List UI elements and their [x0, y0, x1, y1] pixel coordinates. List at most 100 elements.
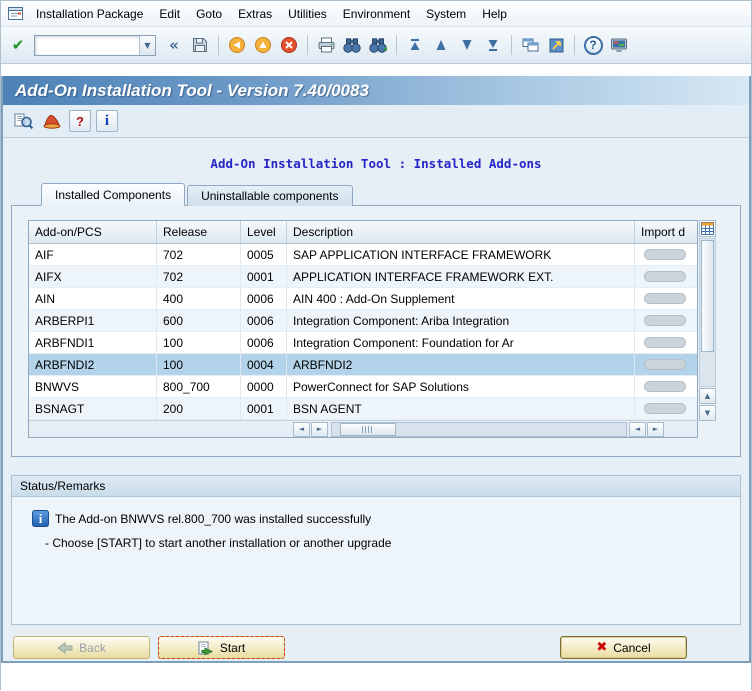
toolbar-separator: [396, 35, 397, 55]
help-f1-button[interactable]: ?: [69, 110, 91, 132]
status-hint: - Choose [START] to start another instal…: [45, 536, 730, 550]
column-header-release[interactable]: Release: [157, 221, 241, 243]
table-row-selected[interactable]: ARBFNDI2 100 0004 ARBFNDI2: [29, 354, 697, 376]
start-button-label: Start: [220, 641, 245, 655]
find-next-button[interactable]: [366, 33, 390, 57]
table-settings-button[interactable]: [699, 220, 716, 237]
back-button[interactable]: [225, 33, 249, 57]
scroll-right-button[interactable]: ►: [647, 422, 664, 437]
cell-level: 0006: [241, 332, 287, 353]
cell-release: 200: [157, 398, 241, 419]
red-x-icon: ✖: [596, 640, 607, 655]
cell-addon: BSNAGT: [29, 398, 157, 419]
create-shortcut-button[interactable]: [544, 33, 568, 57]
scroll-left-button[interactable]: ◄: [629, 422, 646, 437]
horizontal-scroll-thumb[interactable]: [340, 423, 396, 436]
menu-item-system[interactable]: System: [418, 3, 474, 25]
menu-item-environment[interactable]: Environment: [335, 3, 418, 25]
enter-button[interactable]: ✔: [6, 33, 30, 57]
print-button[interactable]: [314, 33, 338, 57]
table-row[interactable]: AIFX 702 0001 APPLICATION INTERFACE FRAM…: [29, 266, 697, 288]
vertical-scroll-thumb[interactable]: [701, 240, 714, 352]
first-page-button[interactable]: [403, 33, 427, 57]
back-footer-button[interactable]: Back: [13, 636, 150, 659]
scroll-up-button[interactable]: ▲: [699, 388, 716, 404]
cancel-transaction-button[interactable]: [277, 33, 301, 57]
column-header-description[interactable]: Description: [287, 221, 635, 243]
previous-page-button[interactable]: [429, 33, 453, 57]
exit-button[interactable]: [251, 33, 275, 57]
table-row[interactable]: ARBERPI1 600 0006 Integration Component:…: [29, 310, 697, 332]
help-button[interactable]: ?: [581, 33, 605, 57]
left-arrow-icon: ◄: [635, 425, 640, 433]
status-groupbox: Status/Remarks i The Add-on BNWVS rel.80…: [11, 475, 741, 625]
command-input[interactable]: [35, 38, 139, 52]
cell-description: Integration Component: Ariba Integration: [287, 310, 635, 331]
tab-uninstallable-components[interactable]: Uninstallable components: [187, 185, 352, 206]
cell-description: Integration Component: Foundation for Ar: [287, 332, 635, 353]
cancel-button[interactable]: ✖ Cancel: [560, 636, 687, 659]
system-menu-button[interactable]: [5, 7, 28, 20]
toolbar-separator: [574, 35, 575, 55]
import-date-placeholder: [644, 337, 686, 348]
vertical-scroll-track[interactable]: [699, 238, 716, 387]
menu-item-extras[interactable]: Extras: [230, 3, 280, 25]
table-row[interactable]: BSNAGT 200 0001 BSN AGENT: [29, 398, 697, 420]
cell-release: 702: [157, 244, 241, 265]
tab-installed-components[interactable]: Installed Components: [41, 183, 185, 206]
status-group-title: Status/Remarks: [12, 476, 740, 497]
menu-item-utilities[interactable]: Utilities: [280, 3, 335, 25]
column-header-level[interactable]: Level: [241, 221, 287, 243]
horizontal-scroll-track[interactable]: [331, 422, 627, 437]
page-up-icon: [434, 38, 448, 52]
cell-import-date: [635, 288, 697, 309]
menu-item-goto[interactable]: Goto: [188, 3, 230, 25]
window-gap: [1, 64, 751, 76]
command-dropdown-button[interactable]: ▼: [139, 36, 155, 55]
table-row[interactable]: AIF 702 0005 SAP APPLICATION INTERFACE F…: [29, 244, 697, 266]
menu-item-installation-package[interactable]: Installation Package: [28, 3, 151, 25]
search-icon: [14, 113, 33, 130]
menu-item-edit[interactable]: Edit: [151, 3, 188, 25]
down-arrow-icon: ▼: [705, 409, 710, 417]
cell-import-date: [635, 398, 697, 419]
column-header-import-date[interactable]: Import d: [635, 221, 697, 243]
command-field[interactable]: ▼: [34, 35, 156, 56]
next-page-button[interactable]: [455, 33, 479, 57]
scroll-right-button[interactable]: ►: [311, 422, 328, 437]
chevron-down-icon: ▼: [144, 41, 150, 50]
last-page-button[interactable]: [481, 33, 505, 57]
new-session-button[interactable]: [518, 33, 542, 57]
scroll-down-button[interactable]: ▼: [699, 405, 716, 421]
scroll-left-button[interactable]: ◄: [293, 422, 310, 437]
column-header-addon[interactable]: Add-on/PCS: [29, 221, 157, 243]
components-table: Add-on/PCS Release Level Description Imp…: [28, 220, 698, 438]
right-arrow-icon: ►: [317, 425, 322, 433]
find-button[interactable]: [340, 33, 364, 57]
import-date-placeholder: [644, 381, 686, 392]
customize-layout-button[interactable]: [607, 33, 631, 57]
collapse-toolbar-button[interactable]: «: [162, 33, 186, 57]
vertical-scrollbar[interactable]: ▲ ▼: [699, 220, 716, 421]
horizontal-scrollbar[interactable]: ◄ ► ◄ ►: [29, 420, 697, 437]
sap-gui-window: Installation Package Edit Goto Extras Ut…: [0, 0, 752, 690]
cell-release: 702: [157, 266, 241, 287]
table-row[interactable]: ARBFNDI1 100 0006 Integration Component:…: [29, 332, 697, 354]
cell-level: 0005: [241, 244, 287, 265]
start-button[interactable]: Start: [158, 636, 285, 659]
table-row[interactable]: BNWVS 800_700 0000 PowerConnect for SAP …: [29, 376, 697, 398]
cell-level: 0001: [241, 266, 287, 287]
standard-toolbar: ✔ ▼ «: [1, 27, 751, 64]
save-button[interactable]: [188, 33, 212, 57]
tab-strip: Installed Components Uninstallable compo…: [41, 183, 749, 206]
binoculars-plus-icon: [369, 38, 387, 53]
first-page-icon: [408, 38, 422, 52]
cell-description: APPLICATION INTERFACE FRAMEWORK EXT.: [287, 266, 635, 287]
table-row[interactable]: AIN 400 0006 AIN 400 : Add-On Supplement: [29, 288, 697, 310]
check-queue-button[interactable]: [11, 109, 35, 133]
information-button[interactable]: i: [96, 110, 118, 132]
menu-item-help[interactable]: Help: [474, 3, 515, 25]
cell-description: ARBFNDI2: [287, 354, 635, 375]
saint-tool-button[interactable]: [40, 109, 64, 133]
thumb-grip: [362, 426, 374, 433]
